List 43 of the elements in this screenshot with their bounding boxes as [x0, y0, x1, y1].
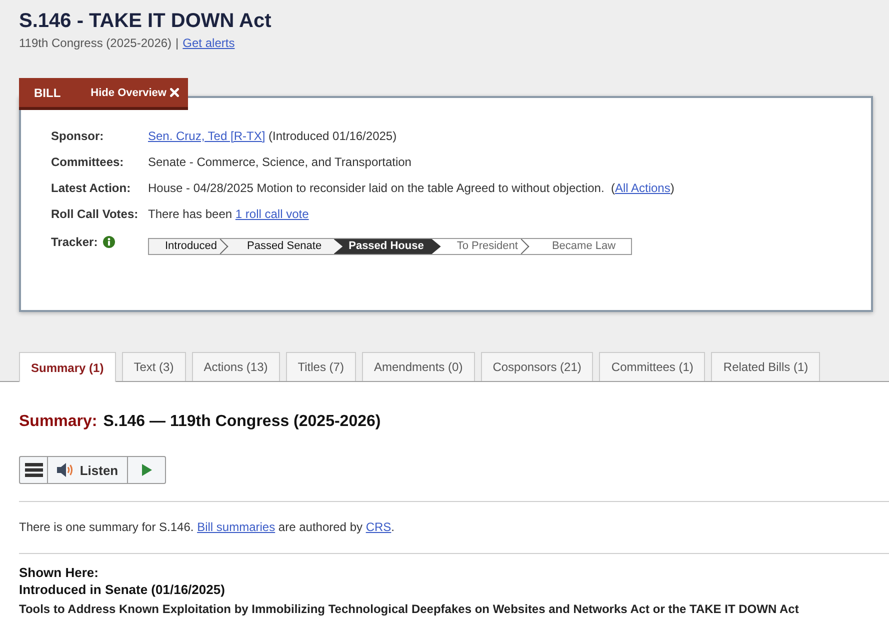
- tracker-step: Introduced: [149, 239, 231, 254]
- summary-note: There is one summary for S.146. Bill summaries are authored by CRS.: [19, 519, 396, 535]
- version-label: Introduced in Senate (01/16/2025): [19, 581, 226, 599]
- bill-long-title: Tools to Address Known Exploitation by Immobilizing Technological Deepfakes on Websites and Networks Act or the TAKE IT DOWN Act: [19, 601, 800, 618]
- all-actions-link[interactable]: All Actions: [614, 181, 670, 195]
- bill-title: S.146 - TAKE IT DOWN Act: [19, 9, 272, 33]
- tab[interactable]: Summary (1): [19, 352, 116, 382]
- tab[interactable]: Committees (1): [599, 352, 706, 381]
- summary-heading-title: S.146 — 119th Congress (2025-2026): [103, 412, 381, 432]
- field-label: Latest Action:: [51, 180, 132, 197]
- separator-text: |: [176, 35, 179, 51]
- menu-icon: [24, 463, 42, 477]
- field-value: House - 04/28/2025 Motion to reconsider laid on the table Agreed to without objection. (All Actions): [148, 180, 674, 197]
- speaker-icon: [56, 462, 74, 478]
- listen-button[interactable]: Listen: [48, 457, 128, 483]
- roll-call-vote-link[interactable]: 1 roll call vote: [235, 207, 309, 221]
- field-value: Sen. Cruz, Ted [R-TX] (Introduced 01/16/2025): [148, 128, 397, 145]
- close-icon: [170, 88, 178, 97]
- congress-label: 119th Congress (2025-2026): [19, 35, 172, 51]
- tracker-step: Passed Senate: [230, 239, 334, 254]
- shown-here-label: Shown Here:: [19, 564, 100, 581]
- hide-overview-button[interactable]: Hide Overview: [90, 86, 178, 98]
- field-label: Roll Call Votes:: [51, 206, 140, 223]
- crs-link[interactable]: CRS: [366, 520, 392, 534]
- tab[interactable]: Cosponsors (21): [480, 352, 594, 381]
- tab[interactable]: Amendments (0): [362, 352, 475, 381]
- tracker-step: Passed House: [334, 239, 441, 254]
- get-alerts-link[interactable]: Get alerts: [182, 35, 235, 51]
- info-icon[interactable]: [102, 236, 115, 248]
- tab[interactable]: Related Bills (1): [711, 352, 820, 381]
- tab[interactable]: Titles (7): [286, 352, 356, 381]
- sponsor-link[interactable]: Sen. Cruz, Ted [R-TX]: [148, 129, 266, 143]
- tab[interactable]: Text (3): [122, 352, 186, 381]
- field-value: There has been 1 roll call vote: [148, 206, 309, 223]
- play-icon: [142, 464, 152, 476]
- bill-label: BILL: [34, 86, 61, 100]
- field-value: Senate - Commerce, Science, and Transportation: [148, 154, 412, 171]
- field-label: Sponsor:: [51, 128, 105, 145]
- field-label: Committees:: [51, 154, 125, 171]
- bill-summaries-link[interactable]: Bill summaries: [197, 520, 276, 534]
- field-label: Tracker:: [51, 234, 98, 251]
- tab[interactable]: Actions (13): [192, 352, 280, 381]
- summary-heading-label: Summary:: [19, 412, 98, 432]
